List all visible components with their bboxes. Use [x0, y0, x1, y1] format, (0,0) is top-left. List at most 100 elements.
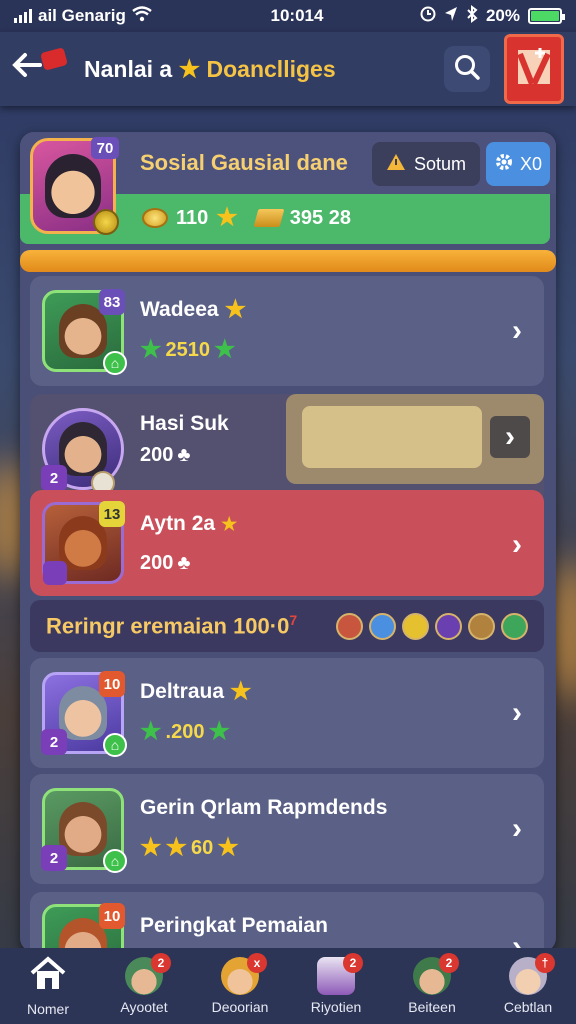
coin-count: 110 — [176, 206, 209, 229]
rank-badge: 2 — [41, 465, 67, 491]
avatar-icon: x — [221, 953, 267, 995]
nav-profile[interactable]: † Cebtlan — [480, 948, 576, 1024]
player-name-text: Aytn 2a — [140, 512, 216, 535]
profile-card[interactable]: 70 Sosial Gausial dane Sotum X0 110 ★ 39… — [20, 132, 556, 244]
player-name: Hasi Suk — [140, 412, 229, 436]
score-value: 60 — [191, 836, 214, 859]
app-header: Nanlai a ★ Doanclliges — [0, 32, 576, 106]
avatar-icon[interactable] — [402, 612, 429, 640]
back-arrow-icon — [12, 52, 42, 86]
avatar-icon[interactable] — [369, 612, 396, 640]
medal-icon — [43, 561, 67, 585]
star-icon: ★ — [208, 718, 230, 745]
avatar-icon[interactable] — [435, 612, 462, 640]
player-name-text: Wadeea — [140, 298, 219, 321]
player-name-text: Deltraua — [140, 680, 225, 703]
battery-icon — [528, 8, 565, 24]
status-bar: ail Genarig 10:014 20% — [0, 0, 576, 32]
player-score: ★ .200 ★ — [140, 720, 230, 744]
flag-icon — [514, 46, 554, 93]
location-icon — [444, 6, 458, 27]
medal-icon — [93, 209, 119, 235]
submit-label: Sotum — [413, 153, 467, 174]
chevron-right-icon[interactable]: › — [512, 528, 522, 562]
star-icon: ★ — [178, 55, 201, 83]
player-avatars-strip — [336, 612, 528, 640]
rank-badge: 10 — [99, 903, 125, 929]
home-icon — [29, 955, 67, 997]
star-icon: ★ — [217, 834, 239, 861]
avatar-icon: 2 — [413, 953, 459, 995]
nav-shop[interactable]: 2 Riyotien — [288, 948, 384, 1024]
player-avatar: 13 — [42, 501, 125, 585]
nav-account[interactable]: 2 Ayootet — [96, 948, 192, 1024]
rank-badge: 13 — [99, 501, 125, 527]
events-button[interactable] — [504, 34, 564, 104]
player-row[interactable]: 10 Peringkat Pemaian › — [30, 892, 544, 952]
player-name: Aytn 2a ★ — [140, 512, 237, 536]
avatar-icon: 2 — [125, 953, 171, 995]
medal-icon: ⌂ — [103, 351, 127, 375]
player-score: ★ ★ 60 ★ — [140, 836, 239, 860]
player-avatar: 10 2 ⌂ — [41, 671, 127, 757]
player-avatar: 83 ⌂ — [42, 289, 127, 375]
rank-badge: 10 — [99, 671, 125, 697]
level-badge: 70 — [91, 137, 119, 159]
nav-friends[interactable]: 2 Beiteen — [384, 948, 480, 1024]
shop-icon: 2 — [317, 953, 363, 995]
star-icon: ★ — [214, 336, 236, 363]
chevron-right-icon[interactable]: › — [512, 696, 522, 730]
gold-bar-icon — [253, 209, 285, 227]
notification-badge: † — [535, 953, 555, 973]
nav-label: Riyotien — [310, 999, 362, 1015]
search-button[interactable] — [444, 46, 490, 92]
section-title: Reringr eremaian 100·07 — [46, 612, 336, 639]
player-row[interactable]: 83 ⌂ Wadeea ★ ★ 2510 ★ › — [30, 276, 544, 386]
wifi-icon — [132, 5, 152, 27]
avatar-icon[interactable] — [501, 612, 528, 640]
rank-badge: 83 — [99, 289, 125, 315]
nav-home[interactable]: Nomer — [0, 948, 96, 1024]
level-badge: 2 — [41, 845, 67, 871]
avatar-icon: † — [509, 953, 555, 995]
nav-discover[interactable]: x Deoorian — [192, 948, 288, 1024]
profile-name: Sosial Gausial dane — [140, 150, 348, 175]
nav-label: Nomer — [26, 1000, 69, 1017]
status-time: 10:014 — [270, 6, 324, 25]
notification-badge: x — [247, 953, 267, 973]
title-text: Nanlai a — [84, 55, 173, 82]
notification-badge: 2 — [439, 953, 459, 973]
profile-avatar[interactable]: 70 — [30, 137, 119, 235]
star-icon: ★ — [230, 678, 252, 705]
player-avatar: 2 — [41, 408, 124, 495]
profile-stats: 110 ★ 395 28 — [142, 206, 351, 230]
star-icon: ★ — [140, 834, 162, 861]
nav-label: Cebtlan — [503, 999, 553, 1015]
warning-icon — [386, 153, 406, 176]
bottom-navigation: Nomer 2 Ayootet x Deoorian 2 Riyotien 2 … — [0, 948, 576, 1024]
player-avatar: 2 ⌂ — [41, 788, 127, 873]
section-superscript: 7 — [289, 612, 298, 629]
star-icon: ★ — [140, 718, 162, 745]
player-row[interactable]: 13 Aytn 2a ★ 200 ♣ › — [30, 490, 544, 596]
avatar-icon[interactable] — [468, 612, 495, 640]
player-score: 200 ♣ — [140, 444, 191, 467]
back-button[interactable] — [12, 44, 72, 94]
chevron-right-button[interactable]: › — [490, 416, 530, 458]
settings-button[interactable]: X0 — [486, 142, 550, 186]
player-name-text: Peringkat Pemaian — [140, 914, 328, 937]
player-score: ★ 2510 ★ — [140, 338, 236, 362]
star-icon: ★ — [221, 514, 238, 534]
player-row[interactable]: 10 2 ⌂ Deltraua ★ ★ .200 ★ › — [30, 658, 544, 768]
gold-count: 395 28 — [289, 206, 351, 229]
submit-button[interactable]: Sotum — [372, 142, 480, 186]
player-row[interactable]: 2 Hasi Suk 200 ♣ › — [30, 394, 544, 504]
gear-icon — [494, 152, 514, 177]
avatar-icon[interactable] — [336, 612, 363, 640]
settings-label: X0 — [519, 153, 543, 174]
chevron-right-icon[interactable]: › — [512, 314, 522, 348]
player-row[interactable]: 2 ⌂ Gerin Qrlam Rapmdends ★ ★ 60 ★ › — [30, 774, 544, 884]
title-accent: Doanclliges — [206, 55, 336, 82]
chevron-right-icon[interactable]: › — [512, 812, 522, 846]
nav-label: Ayootet — [120, 999, 168, 1015]
